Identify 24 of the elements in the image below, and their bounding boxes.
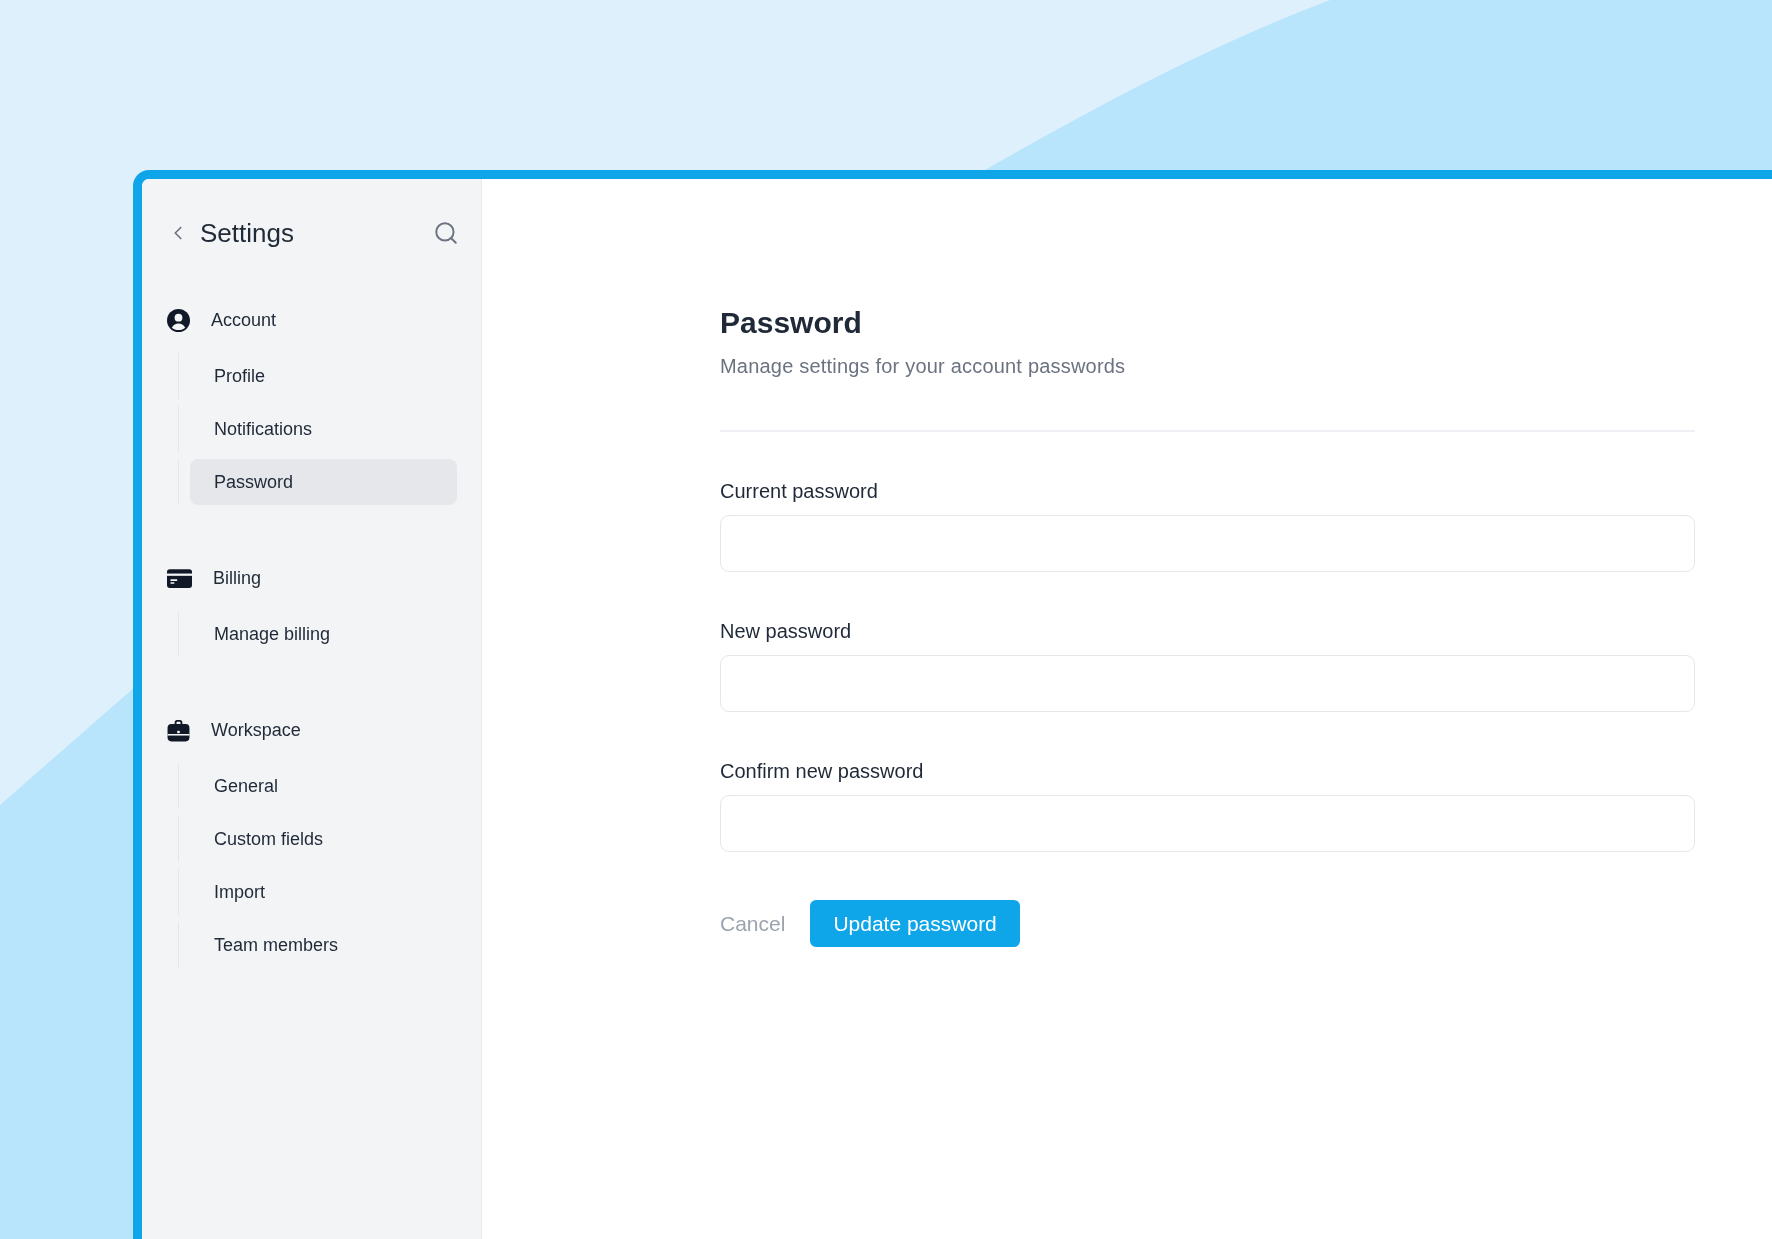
sidebar-item[interactable]: General (190, 763, 457, 809)
input-field[interactable] (720, 515, 1695, 572)
sidebar-item[interactable]: Notifications (190, 406, 457, 452)
sidebar-item[interactable]: Team members (190, 922, 457, 968)
sidebar-item[interactable]: Custom fields (190, 816, 457, 862)
field-label: Current password (720, 479, 878, 504)
field-label: New password (720, 619, 852, 644)
credit-card-icon (167, 568, 192, 588)
field-label: Confirm new password (720, 759, 924, 784)
section-heading: Billing (213, 567, 262, 590)
page-title: Password (720, 305, 863, 341)
sidebar-item[interactable]: Password (190, 459, 457, 505)
section-heading: Account (211, 309, 277, 332)
sidebar-item[interactable]: Manage billing (190, 611, 457, 657)
briefcase-icon (167, 718, 190, 742)
sidebar-item[interactable]: Profile (190, 353, 457, 399)
input-field[interactable] (720, 795, 1695, 852)
page-subtitle: Manage settings for your account passwords (720, 354, 1127, 379)
search-icon[interactable] (433, 220, 459, 246)
sidebar-title: Settings (200, 217, 295, 249)
section-heading: Workspace (211, 719, 301, 742)
user-circle-icon (167, 308, 190, 332)
sidebar-item[interactable]: Import (190, 869, 457, 915)
input-field[interactable] (720, 655, 1695, 712)
